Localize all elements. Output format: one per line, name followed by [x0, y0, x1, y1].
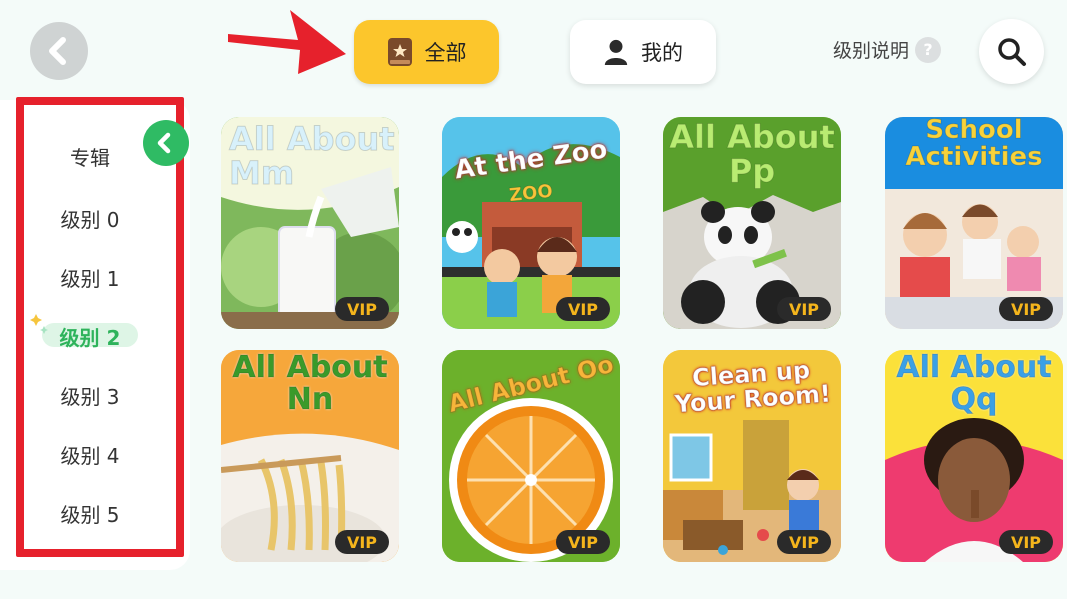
vip-badge: VIP [556, 297, 610, 321]
album-card[interactable]: All About Oo VIP [442, 350, 620, 562]
card-title: All About Mm [229, 120, 396, 192]
album-card[interactable]: At the Zoo ZOO VIP [442, 117, 620, 329]
album-card[interactable]: All About Mm VIP [221, 117, 399, 329]
back-button[interactable] [30, 22, 88, 80]
tab-all[interactable]: 全部 [354, 20, 499, 84]
search-icon [997, 37, 1026, 66]
card-title: All About Pp [669, 118, 836, 190]
level-info-button[interactable]: 级别说明 ? [833, 36, 942, 63]
album-card[interactable]: All About Qq VIP [885, 350, 1063, 562]
annotation-arrow [228, 10, 346, 74]
chevron-left-icon [157, 132, 171, 154]
vip-badge: VIP [335, 530, 389, 554]
vip-badge: VIP [999, 297, 1053, 321]
tab-all-label: 全部 [424, 41, 467, 65]
chevron-left-icon [49, 37, 66, 65]
album-card[interactable]: All About Pp VIP [663, 117, 841, 329]
star-book-icon [387, 37, 413, 67]
album-card[interactable]: School Activities VIP [885, 117, 1063, 329]
vip-badge: VIP [999, 530, 1053, 554]
person-icon [603, 37, 629, 67]
album-card[interactable]: All About Nn VIP [221, 350, 399, 562]
tab-mine-label: 我的 [641, 41, 683, 65]
album-card[interactable]: Clean up Your Room! VIP [663, 350, 841, 562]
card-title: All About Nn [232, 350, 388, 417]
annotation-box [16, 97, 184, 557]
vip-badge: VIP [335, 297, 389, 321]
question-icon: ? [915, 36, 942, 63]
card-title: All About Qq [896, 350, 1052, 417]
card-title: School Activities [905, 117, 1043, 173]
vip-badge: VIP [777, 530, 831, 554]
level-info-label: 级别说明 [833, 40, 910, 62]
search-button[interactable] [979, 19, 1044, 84]
sidebar-collapse-button[interactable] [143, 120, 189, 166]
vip-badge: VIP [556, 530, 610, 554]
vip-badge: VIP [777, 297, 831, 321]
tab-mine[interactable]: 我的 [570, 20, 716, 84]
